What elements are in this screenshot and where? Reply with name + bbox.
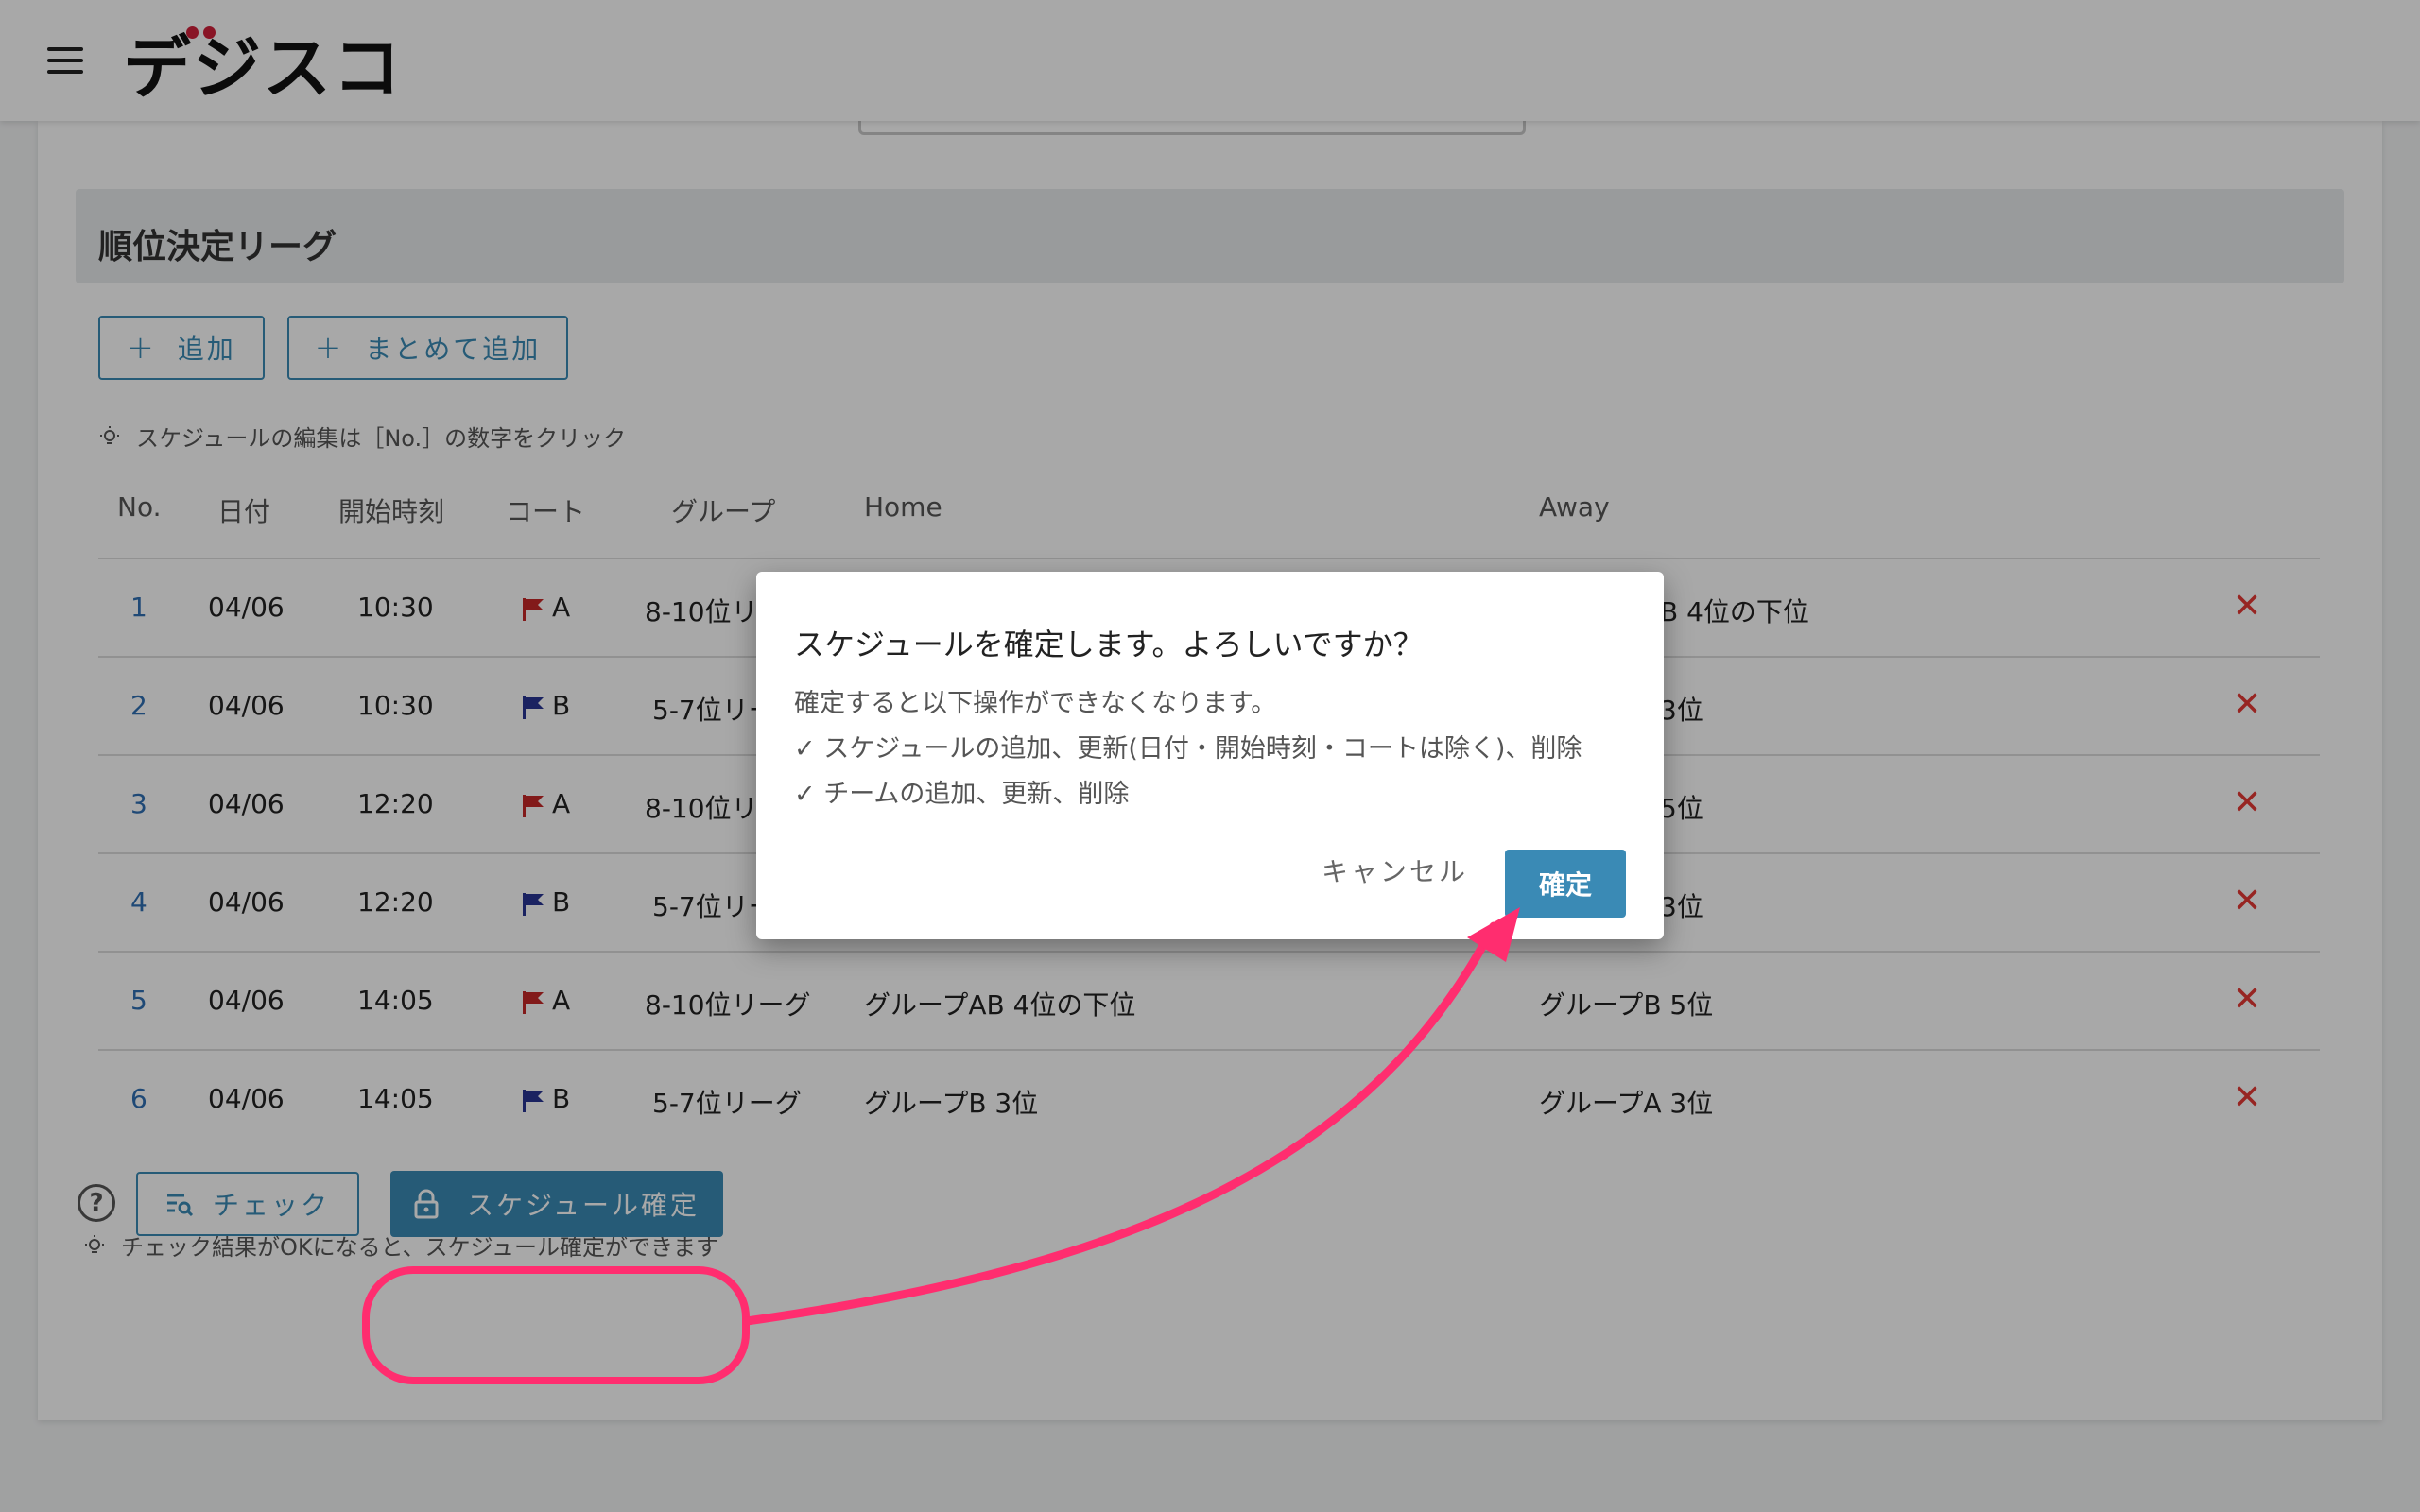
dialog-title: スケジュールを確定します。よろしいですか？ [794,627,1424,662]
cancel-button[interactable]: キャンセル [1322,851,1468,889]
confirm-ok-label: 確定 [1538,869,1592,901]
dialog-line: ✓ スケジュールの追加、更新(日付・開始時刻・コートは除く)、削除 [794,734,1582,764]
confirm-dialog: スケジュールを確定します。よろしいですか？ 確定すると以下操作ができなくなります… [756,572,1664,939]
dialog-line: ✓ チームの追加、更新、削除 [794,780,1130,809]
dialog-body: 確定すると以下操作ができなくなります。 ✓ スケジュールの追加、更新(日付・開始… [794,681,1582,817]
dialog-line: 確定すると以下操作ができなくなります。 [794,689,1277,718]
confirm-ok-button[interactable]: 確定 [1505,850,1626,918]
